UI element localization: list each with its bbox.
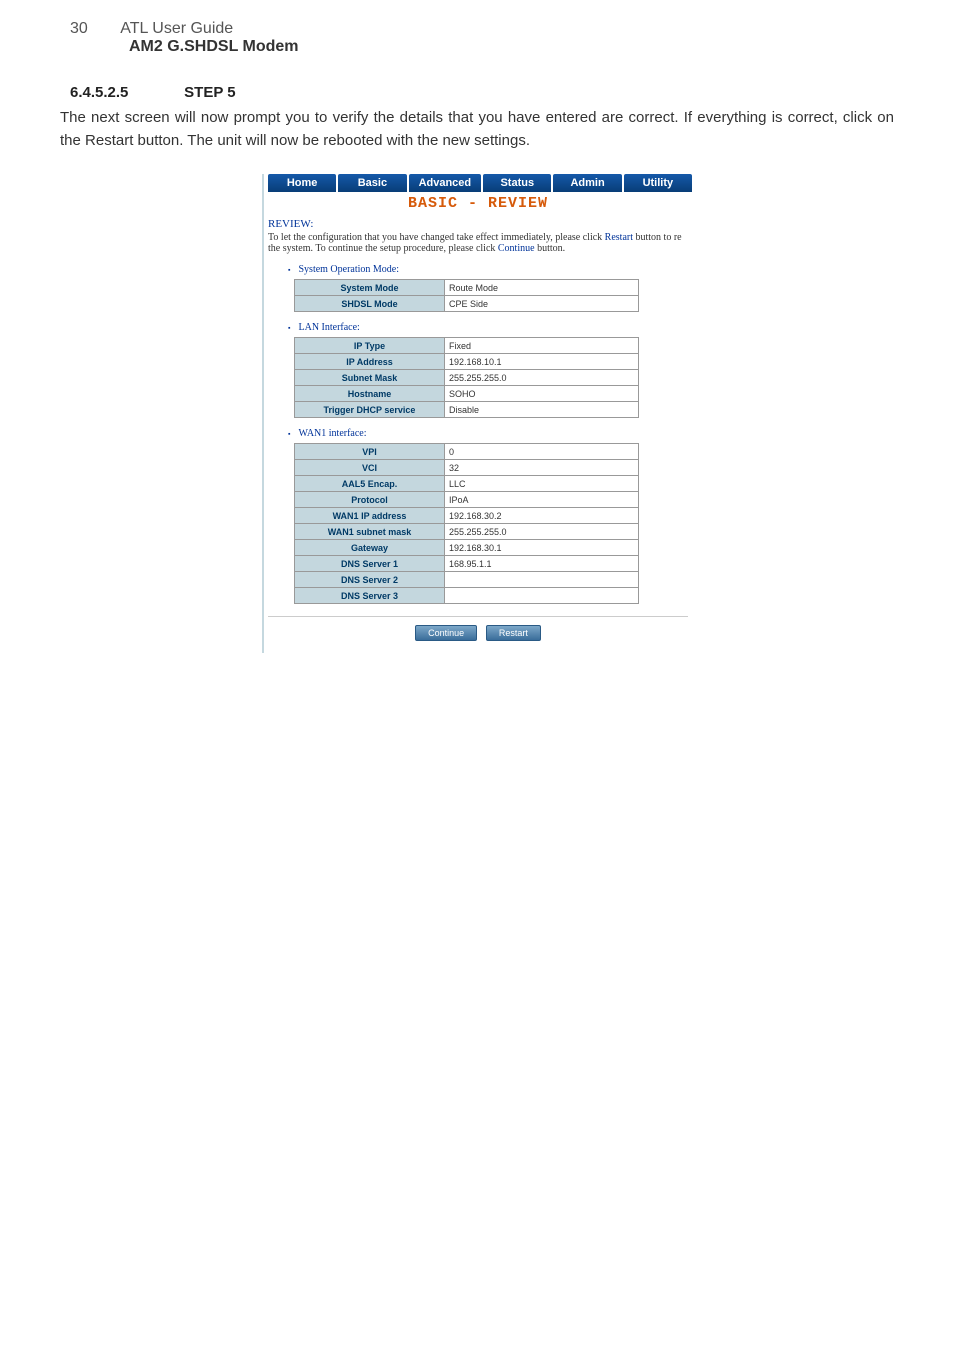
table-row: WAN1 IP address192.168.30.2 xyxy=(295,508,639,524)
label-trigger-dhcp: Trigger DHCP service xyxy=(295,402,445,418)
section-heading: 6.4.5.2.5 STEP 5 xyxy=(70,84,884,101)
value-protocol: IPoA xyxy=(445,492,639,508)
label-aal5-encap: AAL5 Encap. xyxy=(295,476,445,492)
section-body: The next screen will now prompt you to v… xyxy=(60,107,894,152)
continue-button[interactable]: Continue xyxy=(415,625,477,641)
review-text-part-1: To let the configuration that you have c… xyxy=(268,232,605,243)
restart-button[interactable]: Restart xyxy=(486,625,541,641)
value-ip-address: 192.168.10.1 xyxy=(445,354,639,370)
lan-interface-heading: LAN Interface: xyxy=(288,322,692,333)
tab-advanced[interactable]: Advanced xyxy=(409,174,482,192)
value-gateway: 192.168.30.1 xyxy=(445,540,639,556)
separator xyxy=(268,616,688,617)
label-vci: VCI xyxy=(295,460,445,476)
page-number: 30 xyxy=(70,20,88,38)
label-vpi: VPI xyxy=(295,444,445,460)
table-row: AAL5 Encap.LLC xyxy=(295,476,639,492)
table-row: HostnameSOHO xyxy=(295,386,639,402)
table-row: WAN1 subnet mask255.255.255.0 xyxy=(295,524,639,540)
table-row: IP TypeFixed xyxy=(295,338,639,354)
table-row: IP Address192.168.10.1 xyxy=(295,354,639,370)
label-system-mode: System Mode xyxy=(295,280,445,296)
table-row: DNS Server 3 xyxy=(295,588,639,604)
label-hostname: Hostname xyxy=(295,386,445,402)
table-row: DNS Server 1168.95.1.1 xyxy=(295,556,639,572)
action-buttons: Continue Restart xyxy=(264,625,692,641)
lan-table: IP TypeFixed IP Address192.168.10.1 Subn… xyxy=(294,337,639,418)
value-vpi: 0 xyxy=(445,444,639,460)
label-dns2: DNS Server 2 xyxy=(295,572,445,588)
label-subnet-mask: Subnet Mask xyxy=(295,370,445,386)
tab-admin[interactable]: Admin xyxy=(553,174,621,192)
table-row: VCI32 xyxy=(295,460,639,476)
label-shdsl-mode: SHDSL Mode xyxy=(295,296,445,312)
table-row: SHDSL Mode CPE Side xyxy=(295,296,639,312)
value-system-mode: Route Mode xyxy=(445,280,639,296)
value-trigger-dhcp: Disable xyxy=(445,402,639,418)
value-dns2 xyxy=(445,572,639,588)
modem-ui-panel: Home Basic Advanced Status Admin Utility… xyxy=(262,174,692,653)
value-vci: 32 xyxy=(445,460,639,476)
table-row: Gateway192.168.30.1 xyxy=(295,540,639,556)
value-dns1: 168.95.1.1 xyxy=(445,556,639,572)
label-dns1: DNS Server 1 xyxy=(295,556,445,572)
tab-home[interactable]: Home xyxy=(268,174,336,192)
system-table: System Mode Route Mode SHDSL Mode CPE Si… xyxy=(294,279,639,312)
table-row: VPI0 xyxy=(295,444,639,460)
section-number: 6.4.5.2.5 xyxy=(70,84,180,101)
label-wan1-ip: WAN1 IP address xyxy=(295,508,445,524)
system-operation-mode-heading: System Operation Mode: xyxy=(288,264,692,275)
review-text: To let the configuration that you have c… xyxy=(268,232,688,254)
wan-table: VPI0 VCI32 AAL5 Encap.LLC ProtocolIPoA W… xyxy=(294,443,639,604)
value-dns3 xyxy=(445,588,639,604)
value-aal5-encap: LLC xyxy=(445,476,639,492)
tab-status[interactable]: Status xyxy=(483,174,551,192)
nav-tabs: Home Basic Advanced Status Admin Utility xyxy=(268,174,692,192)
review-heading: REVIEW: xyxy=(268,218,692,230)
value-ip-type: Fixed xyxy=(445,338,639,354)
label-ip-type: IP Type xyxy=(295,338,445,354)
review-text-part-3: button. xyxy=(535,243,566,254)
label-ip-address: IP Address xyxy=(295,354,445,370)
section-title: STEP 5 xyxy=(184,84,235,101)
tab-utility[interactable]: Utility xyxy=(624,174,692,192)
restart-inline-link[interactable]: Restart xyxy=(605,232,633,243)
label-wan1-subnet: WAN1 subnet mask xyxy=(295,524,445,540)
wan1-interface-heading: WAN1 interface: xyxy=(288,428,692,439)
value-hostname: SOHO xyxy=(445,386,639,402)
value-shdsl-mode: CPE Side xyxy=(445,296,639,312)
label-dns3: DNS Server 3 xyxy=(295,588,445,604)
value-subnet-mask: 255.255.255.0 xyxy=(445,370,639,386)
table-row: Trigger DHCP serviceDisable xyxy=(295,402,639,418)
guide-title: ATL User Guide xyxy=(120,20,233,37)
table-row: Subnet Mask255.255.255.0 xyxy=(295,370,639,386)
tab-basic[interactable]: Basic xyxy=(338,174,406,192)
label-gateway: Gateway xyxy=(295,540,445,556)
table-row: System Mode Route Mode xyxy=(295,280,639,296)
label-protocol: Protocol xyxy=(295,492,445,508)
model-title: AM2 G.SHDSL Modem xyxy=(129,38,884,56)
page-title: BASIC - REVIEW xyxy=(264,195,692,212)
table-row: ProtocolIPoA xyxy=(295,492,639,508)
value-wan1-ip: 192.168.30.2 xyxy=(445,508,639,524)
value-wan1-subnet: 255.255.255.0 xyxy=(445,524,639,540)
table-row: DNS Server 2 xyxy=(295,572,639,588)
continue-inline-link[interactable]: Continue xyxy=(498,243,535,254)
